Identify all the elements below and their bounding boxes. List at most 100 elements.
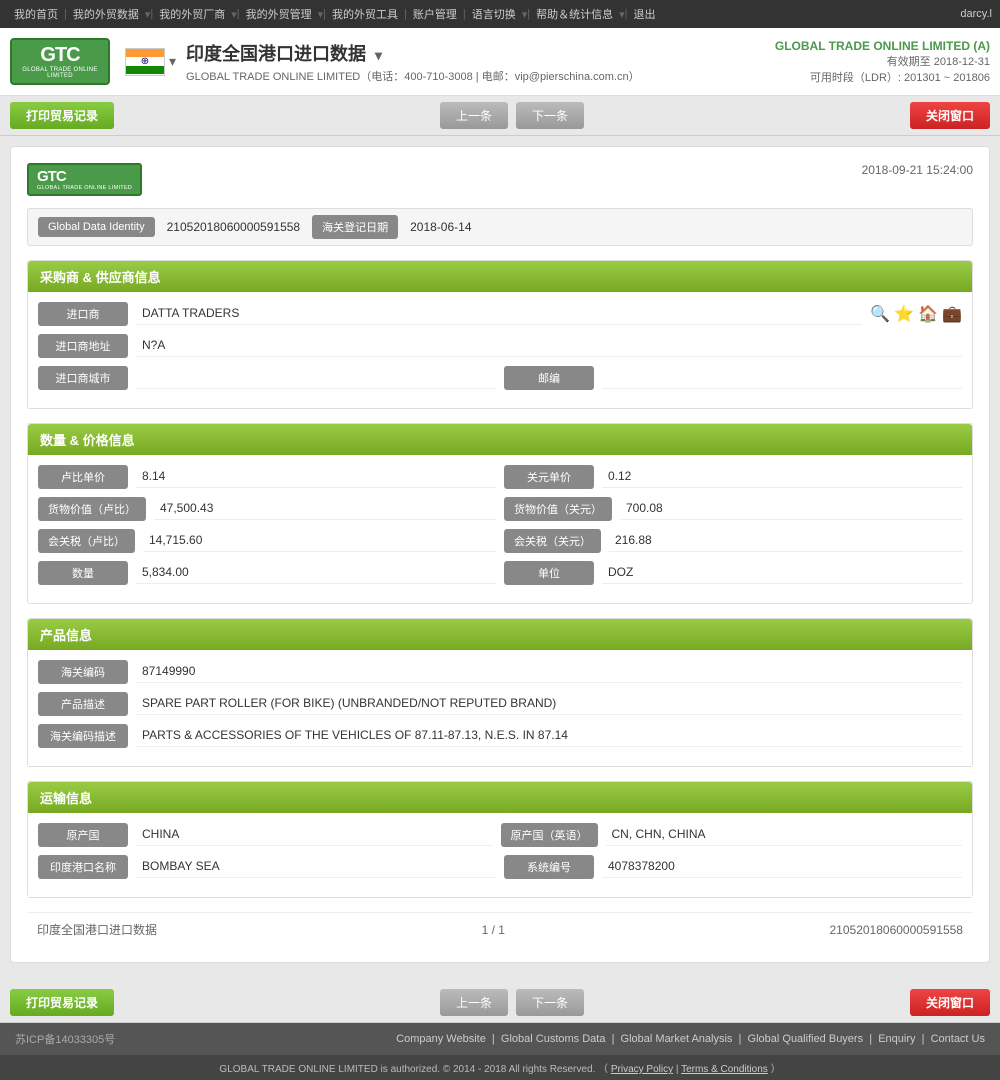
origin-country-en-value: CN, CHN, CHINA [606,824,963,846]
transport-info-header: 运输信息 [28,782,972,813]
company-logo: GTC GLOBAL TRADE ONLINE LIMITED [10,34,110,89]
flag-dropdown-icon[interactable]: ▾ [169,53,176,70]
goods-value-rupee-label: 货物价值（卢比） [38,497,146,521]
nav-language[interactable]: 语言切换 [466,6,522,22]
system-code-label: 系统编号 [504,855,594,879]
quantity-price-body: 卢比单价 8.14 关元单价 0.12 货物价值（卢比） 47,500.43 货… [28,455,972,603]
nav-logout[interactable]: 退出 [628,6,662,22]
nav-trade-tools[interactable]: 我的外贸工具 [326,6,404,22]
customs-date-label: 海关登记日期 [312,215,398,239]
hs-desc-row: 海关编码描述 PARTS & ACCESSORIES OF THE VEHICL… [38,724,962,748]
india-port-row: 印度港口名称 BOMBAY SEA 系统编号 4078378200 [38,855,962,879]
validity-info: 有效期至 2018-12-31 [775,53,990,69]
usd-unit-label: 关元单价 [504,465,594,489]
hs-code-label: 海关编码 [38,660,128,684]
prev-button-bottom[interactable]: 上一条 [440,989,508,1016]
page-header: GTC GLOBAL TRADE ONLINE LIMITED ⊕ ▾ 印度全国… [0,28,1000,96]
importer-city-label: 进口商城市 [38,366,128,390]
search-icon[interactable]: 🔍 [870,304,890,324]
copyright-text: GLOBAL TRADE ONLINE LIMITED is authorize… [219,1064,608,1075]
zip-label: 邮编 [504,366,594,390]
privacy-policy-link[interactable]: Privacy Policy [611,1064,673,1075]
nav-account[interactable]: 账户管理 [407,6,463,22]
footer-links: Company Website | Global Customs Data | … [396,1033,985,1045]
quantity-value: 5,834.00 [136,562,496,584]
footer-global-qualified-buyers[interactable]: Global Qualified Buyers [748,1033,864,1045]
copyright-end: ） [771,1064,781,1075]
importer-row: 进口商 DATTA TRADERS 🔍 ⭐ 🏠 💼 [38,302,962,326]
page-title-area: 印度全国港口进口数据 ▾ GLOBAL TRADE ONLINE LIMITED… [186,40,775,84]
company-name: GLOBAL TRADE ONLINE LIMITED (A) [775,39,990,53]
india-port-label: 印度港口名称 [38,855,128,879]
price-row-3: 会关税（卢比） 14,715.60 会关税（关元） 216.88 [38,529,962,553]
home-icon[interactable]: 🏠 [918,304,938,324]
price-row-4: 数量 5,834.00 单位 DOZ [38,561,962,585]
transport-info-section: 运输信息 原产国 CHINA 原产国（英语） CN, CHN, CHINA 印度… [27,781,973,898]
total-tax-usd-label: 会关税（关元） [504,529,601,553]
footer-enquiry[interactable]: Enquiry [878,1033,915,1045]
system-code-value: 4078378200 [602,856,962,878]
prev-button-top[interactable]: 上一条 [440,102,508,129]
buyer-supplier-header: 采购商 & 供应商信息 [28,261,972,292]
footer: 苏ICP备14033305号 Company Website | Global … [0,1023,1000,1055]
zip-value [602,367,962,389]
nav-trade-data[interactable]: 我的外贸数据 [67,6,145,22]
footer-company-website[interactable]: Company Website [396,1033,486,1045]
buyer-supplier-section: 采购商 & 供应商信息 进口商 DATTA TRADERS 🔍 ⭐ 🏠 💼 进口… [27,260,973,409]
importer-address-label: 进口商地址 [38,334,128,358]
origin-country-label: 原产国 [38,823,128,847]
toolbar-bottom: 打印贸易记录 上一条 下一条 关闭窗口 [0,983,1000,1023]
footer-contact-us[interactable]: Contact Us [931,1033,985,1045]
quantity-label: 数量 [38,561,128,585]
terms-conditions-link[interactable]: Terms & Conditions [681,1064,768,1075]
total-tax-usd-value: 216.88 [609,530,962,552]
product-desc-value: SPARE PART ROLLER (FOR BIKE) (UNBRANDED/… [136,693,962,715]
total-tax-rupee-label: 会关税（卢比） [38,529,135,553]
origin-country-value: CHINA [136,824,493,846]
product-info-header: 产品信息 [28,619,972,650]
next-button-bottom[interactable]: 下一条 [516,989,584,1016]
rupee-unit-value: 8.14 [136,466,496,488]
card-header: GTC GLOBAL TRADE ONLINE LIMITED 2018-09-… [27,163,973,196]
pagination-source: 印度全国港口进口数据 [37,921,157,938]
nav-trade-manufacturer[interactable]: 我的外贸厂商 [153,6,231,22]
close-button-top[interactable]: 关闭窗口 [910,102,990,129]
print-button-bottom[interactable]: 打印贸易记录 [10,989,114,1016]
origin-country-row: 原产国 CHINA 原产国（英语） CN, CHN, CHINA [38,823,962,847]
record-card: GTC GLOBAL TRADE ONLINE LIMITED 2018-09-… [10,146,990,963]
hs-code-value: 87149990 [136,661,962,683]
star-icon[interactable]: ⭐ [894,304,914,324]
print-button-top[interactable]: 打印贸易记录 [10,102,114,129]
buyer-supplier-body: 进口商 DATTA TRADERS 🔍 ⭐ 🏠 💼 进口商地址 N?A 进口商城… [28,292,972,408]
pagination-page: 1 / 1 [482,923,505,937]
icp-number: 苏ICP备14033305号 [15,1031,115,1047]
country-flag-area: ⊕ ▾ [125,48,176,76]
origin-country-en-label: 原产国（英语） [501,823,598,847]
nav-help[interactable]: 帮助＆统计信息 [530,6,619,22]
price-row-2: 货物价值（卢比） 47,500.43 货物价值（关元） 700.08 [38,497,962,521]
product-info-section: 产品信息 海关编码 87149990 产品描述 SPARE PART ROLLE… [27,618,973,767]
importer-value: DATTA TRADERS [136,303,862,325]
transport-info-body: 原产国 CHINA 原产国（英语） CN, CHN, CHINA 印度港口名称 … [28,813,972,897]
importer-address-value: N?A [136,335,962,357]
importer-city-value [136,367,496,389]
unit-value: DOZ [602,562,962,584]
footer-bottom: GLOBAL TRADE ONLINE LIMITED is authorize… [0,1055,1000,1080]
title-dropdown-icon[interactable]: ▾ [375,47,382,63]
user-display: darcy.l [960,8,992,20]
record-datetime: 2018-09-21 15:24:00 [862,163,973,177]
importer-label: 进口商 [38,302,128,326]
product-desc-row: 产品描述 SPARE PART ROLLER (FOR BIKE) (UNBRA… [38,692,962,716]
footer-global-market-analysis[interactable]: Global Market Analysis [621,1033,733,1045]
next-button-top[interactable]: 下一条 [516,102,584,129]
footer-global-customs-data[interactable]: Global Customs Data [501,1033,606,1045]
pagination-bar: 印度全国港口进口数据 1 / 1 21052018060000591558 [27,912,973,946]
nav-trade-management[interactable]: 我的外贸管理 [240,6,318,22]
main-content: GTC GLOBAL TRADE ONLINE LIMITED 2018-09-… [0,136,1000,983]
hs-desc-value: PARTS & ACCESSORIES OF THE VEHICLES OF 8… [136,725,962,747]
close-button-bottom[interactable]: 关闭窗口 [910,989,990,1016]
nav-home[interactable]: 我的首页 [8,6,64,22]
briefcase-icon[interactable]: 💼 [942,304,962,324]
global-data-identity-label: Global Data Identity [38,217,155,237]
top-navigation: 我的首页 | 我的外贸数据 ▾ | 我的外贸厂商 ▾ | 我的外贸管理 ▾ | … [0,0,1000,28]
